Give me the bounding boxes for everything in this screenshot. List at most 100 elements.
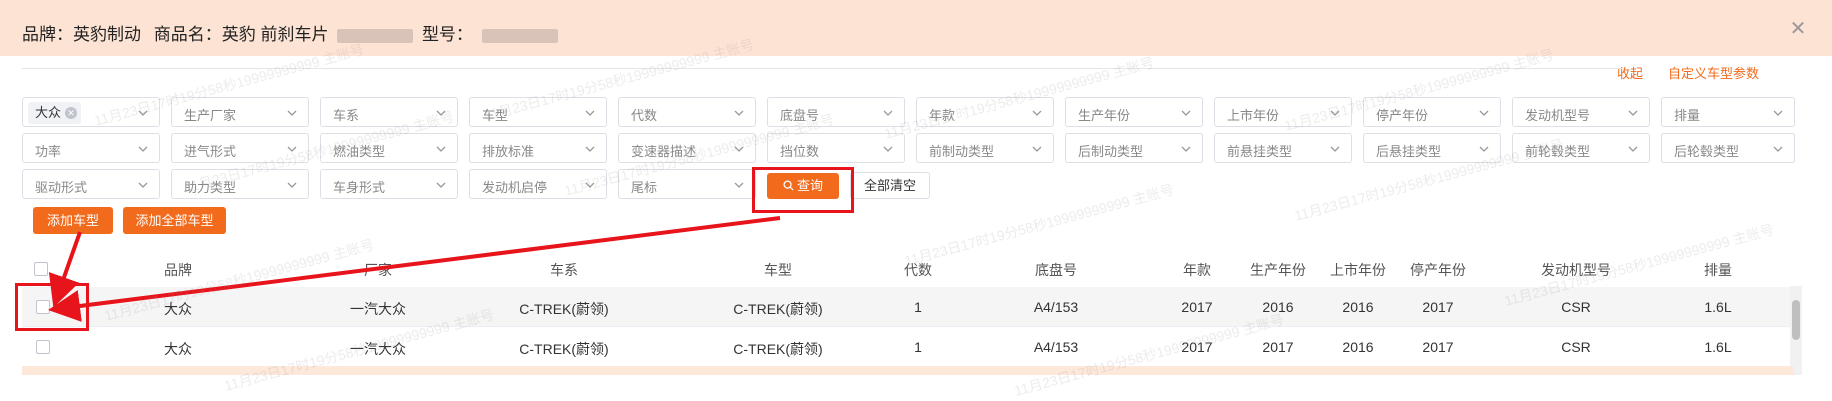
chevron-down-icon xyxy=(1330,110,1340,116)
chevron-down-icon xyxy=(883,146,893,152)
chevron-down-icon xyxy=(1330,146,1340,152)
filter-displacement[interactable]: 排量 xyxy=(1661,97,1795,127)
column-header: 发动机型号 xyxy=(1541,262,1611,278)
tag-remove-icon[interactable]: ✕ xyxy=(65,107,78,119)
cell-displacement: 1.6L xyxy=(1704,299,1732,315)
chevron-down-icon xyxy=(436,110,446,116)
column-header: 代数 xyxy=(904,262,932,278)
cell-chassis: A4/153 xyxy=(1033,299,1079,315)
filter-power[interactable]: 功率 xyxy=(22,133,160,163)
selected-tag: 大众 ✕ xyxy=(28,102,82,124)
filter-label: 车系 xyxy=(333,108,360,123)
chevron-down-icon xyxy=(1628,146,1638,152)
close-icon[interactable]: ✕ xyxy=(1786,17,1810,41)
table-scrollbar[interactable] xyxy=(1790,286,1802,375)
add-model-button[interactable]: 添加车型 xyxy=(33,207,113,234)
cell-production-year: 2017 xyxy=(1262,339,1294,355)
filter-drive-type[interactable]: 驱动形式 xyxy=(22,169,160,199)
filter-manufacturer[interactable]: 生产厂家 xyxy=(171,97,309,127)
product-value: 英豹 前刹车片 xyxy=(221,25,329,44)
filter-engine-code[interactable]: 发动机型号 xyxy=(1512,97,1650,127)
chevron-down-icon xyxy=(585,110,595,116)
filter-intake[interactable]: 进气形式 xyxy=(171,133,309,163)
brand-value: 英豹制动 xyxy=(73,25,141,44)
table-row[interactable]: 大众 一汽大众 C-TREK(蔚领) C-TREK(蔚领) 1 A4/153 2… xyxy=(22,327,1794,367)
cell-generation: 1 xyxy=(914,299,922,315)
filter-launch-year[interactable]: 上市年份 xyxy=(1214,97,1352,127)
column-header: 生产年份 xyxy=(1250,262,1306,278)
clear-all-button[interactable]: 全部清空 xyxy=(850,172,930,199)
cell-production-year: 2016 xyxy=(1262,299,1294,315)
cell-model-year: 2017 xyxy=(1181,299,1213,315)
tag-label: 大众 xyxy=(35,105,62,120)
filter-gear-count[interactable]: 挡位数 xyxy=(767,133,905,163)
cell-chassis: A4/153 xyxy=(1033,339,1079,355)
filter-transmission[interactable]: 变速器描述 xyxy=(618,133,756,163)
add-all-models-button[interactable]: 添加全部车型 xyxy=(123,207,226,234)
scrollbar-thumb[interactable] xyxy=(1792,300,1800,340)
chevron-down-icon xyxy=(734,182,744,188)
filter-brand[interactable]: 大众 ✕ xyxy=(22,97,160,127)
chevron-down-icon xyxy=(1032,110,1042,116)
filter-emission[interactable]: 排放标准 xyxy=(469,133,607,163)
filter-front-suspension[interactable]: 前悬挂类型 xyxy=(1214,133,1352,163)
filter-label: 挡位数 xyxy=(780,144,820,159)
filter-label: 前制动类型 xyxy=(929,144,995,159)
brand-label: 品牌： xyxy=(22,25,73,44)
cell-manufacturer: 一汽大众 xyxy=(350,301,406,317)
filter-model-year[interactable]: 年款 xyxy=(916,97,1054,127)
table-row[interactable]: 大众 一汽大众 C-TREK(蔚领) C-TREK(蔚领) 1 A4/153 2… xyxy=(22,287,1794,327)
chevron-down-icon xyxy=(1628,110,1638,116)
chevron-down-icon xyxy=(1181,110,1191,116)
filter-front-hub[interactable]: 前轮毂类型 xyxy=(1512,133,1650,163)
filter-body-style[interactable]: 车身形式 xyxy=(320,169,458,199)
filter-chassis[interactable]: 底盘号 xyxy=(767,97,905,127)
filter-fuel-type[interactable]: 燃油类型 xyxy=(320,133,458,163)
filter-model[interactable]: 车型 xyxy=(469,97,607,127)
chevron-down-icon xyxy=(1181,146,1191,152)
row-checkbox[interactable] xyxy=(36,340,50,354)
filter-label: 驱动形式 xyxy=(35,180,88,195)
chevron-down-icon xyxy=(287,110,297,116)
custom-params-link[interactable]: 自定义车型参数 xyxy=(1668,63,1759,82)
chevron-down-icon xyxy=(734,146,744,152)
footer-strip xyxy=(22,366,1794,375)
filter-generation[interactable]: 代数 xyxy=(618,97,756,127)
cell-brand: 大众 xyxy=(164,341,192,357)
filter-label: 后悬挂类型 xyxy=(1376,144,1442,159)
modal-header: 品牌：英豹制动 商品名：英豹 前刹车片 型号： ✕ xyxy=(0,0,1832,56)
filter-label: 车身形式 xyxy=(333,180,386,195)
filter-discontinued-year[interactable]: 停产年份 xyxy=(1363,97,1501,127)
column-header: 品牌 xyxy=(164,262,192,278)
filter-label: 燃油类型 xyxy=(333,144,386,159)
column-header: 车型 xyxy=(764,262,792,278)
filter-front-brake[interactable]: 前制动类型 xyxy=(916,133,1054,163)
chevron-down-icon xyxy=(883,110,893,116)
filter-rear-suspension[interactable]: 后悬挂类型 xyxy=(1363,133,1501,163)
filter-rear-brake[interactable]: 后制动类型 xyxy=(1065,133,1203,163)
filter-series[interactable]: 车系 xyxy=(320,97,458,127)
filter-label: 后制动类型 xyxy=(1078,144,1144,159)
cell-discontinued-year: 2017 xyxy=(1422,339,1454,355)
filter-steering-assist[interactable]: 助力类型 xyxy=(171,169,309,199)
collapse-link[interactable]: 收起 xyxy=(1617,63,1643,82)
chevron-down-icon xyxy=(585,146,595,152)
filter-label: 助力类型 xyxy=(184,180,237,195)
cell-displacement: 1.6L xyxy=(1704,339,1732,355)
filter-rear-hub[interactable]: 后轮毂类型 xyxy=(1661,133,1795,163)
filter-production-year[interactable]: 生产年份 xyxy=(1065,97,1203,127)
filter-label: 停产年份 xyxy=(1376,108,1429,123)
filter-label: 变速器描述 xyxy=(631,144,697,159)
select-all-checkbox[interactable] xyxy=(34,262,48,276)
filter-label: 年款 xyxy=(929,108,956,123)
filter-start-stop[interactable]: 发动机启停 xyxy=(469,169,607,199)
chevron-down-icon xyxy=(1479,146,1489,152)
filter-label: 前悬挂类型 xyxy=(1227,144,1293,159)
chevron-down-icon xyxy=(287,146,297,152)
filter-label: 前轮毂类型 xyxy=(1525,144,1591,159)
filter-label: 排量 xyxy=(1674,108,1701,123)
filter-badge[interactable]: 尾标 xyxy=(618,169,756,199)
filter-label: 代数 xyxy=(631,108,658,123)
chevron-down-icon xyxy=(734,110,744,116)
chevron-down-icon xyxy=(138,146,148,152)
